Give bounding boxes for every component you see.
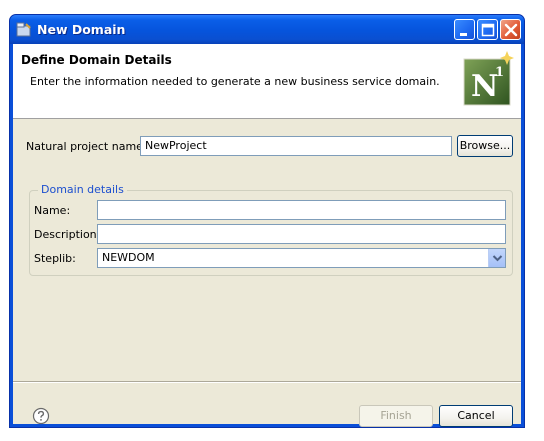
project-name-label: Natural project name: [26, 140, 147, 153]
logo-superscript: 1 [495, 65, 504, 80]
minimize-icon [460, 33, 467, 36]
help-icon[interactable] [32, 407, 50, 425]
natural-logo-icon: N 1 [463, 51, 514, 106]
dialog-body: Define Domain Details Enter the informat… [13, 44, 521, 427]
name-label: Name: [34, 204, 71, 217]
steplib-dropdown-button[interactable] [488, 249, 505, 267]
finish-button[interactable]: Finish [359, 405, 433, 427]
maximize-button[interactable] [477, 19, 498, 40]
page-title: Define Domain Details [21, 53, 172, 67]
page-description: Enter the information needed to generate… [30, 75, 440, 88]
steplib-select[interactable]: NEWDOM [97, 248, 506, 268]
browse-button[interactable]: Browse... [457, 135, 513, 157]
dialog-window: New Domain Define Domain Details Enter t… [9, 14, 525, 428]
maximize-icon [481, 23, 495, 37]
description-label: Description: [34, 228, 101, 241]
steplib-selected-value: NEWDOM [102, 251, 155, 264]
cancel-button[interactable]: Cancel [439, 405, 513, 427]
project-name-input[interactable]: NewProject [140, 136, 452, 156]
app-icon [16, 22, 31, 37]
name-input[interactable] [97, 200, 506, 220]
window-title: New Domain [37, 22, 126, 37]
title-bar[interactable]: New Domain [10, 15, 524, 44]
header-banner: Define Domain Details Enter the informat… [13, 44, 521, 119]
chevron-down-icon [492, 255, 503, 262]
close-button[interactable] [500, 19, 521, 40]
group-title: Domain details [38, 183, 127, 196]
close-icon [504, 23, 518, 37]
description-input[interactable] [97, 224, 506, 244]
footer-separator [13, 381, 521, 383]
minimize-button[interactable] [454, 19, 475, 40]
steplib-label: Steplib: [34, 252, 76, 265]
